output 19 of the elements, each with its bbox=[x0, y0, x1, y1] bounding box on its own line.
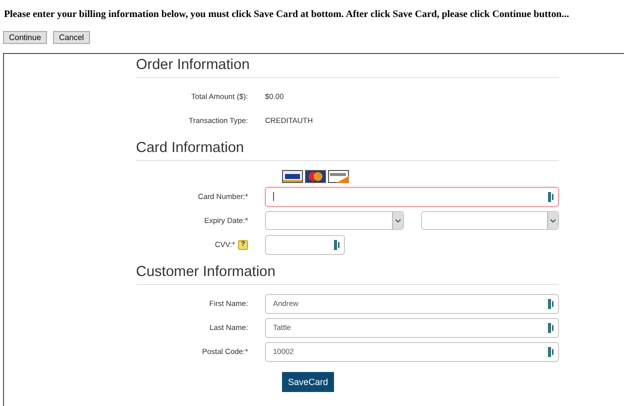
form-button[interactable]: Cancel bbox=[53, 31, 90, 44]
autofill-icon[interactable] bbox=[334, 240, 341, 250]
section-heading: Customer Information bbox=[136, 261, 559, 285]
autofill-icon[interactable] bbox=[548, 346, 555, 356]
autofill-icon[interactable] bbox=[548, 192, 555, 202]
save-card-button[interactable]: SaveCard bbox=[282, 372, 334, 392]
autofill-icon[interactable] bbox=[548, 322, 555, 332]
card-icon bbox=[305, 170, 326, 182]
section-heading: Card Information bbox=[136, 137, 559, 161]
autofill-icon[interactable] bbox=[548, 298, 555, 308]
input-field[interactable] bbox=[265, 234, 345, 254]
instruction-text: Please enter your billing information below, you must click Save Card at bottom. After click Save Card, please click Continue button... bbox=[3, 8, 570, 20]
section-heading: Order Information bbox=[136, 54, 559, 78]
form-button[interactable]: Continue bbox=[3, 31, 48, 44]
input-field[interactable] bbox=[265, 186, 559, 206]
chevron-icon bbox=[550, 218, 556, 222]
chevron-icon bbox=[394, 218, 400, 222]
card-icon bbox=[328, 170, 349, 182]
card-icon bbox=[282, 170, 303, 182]
